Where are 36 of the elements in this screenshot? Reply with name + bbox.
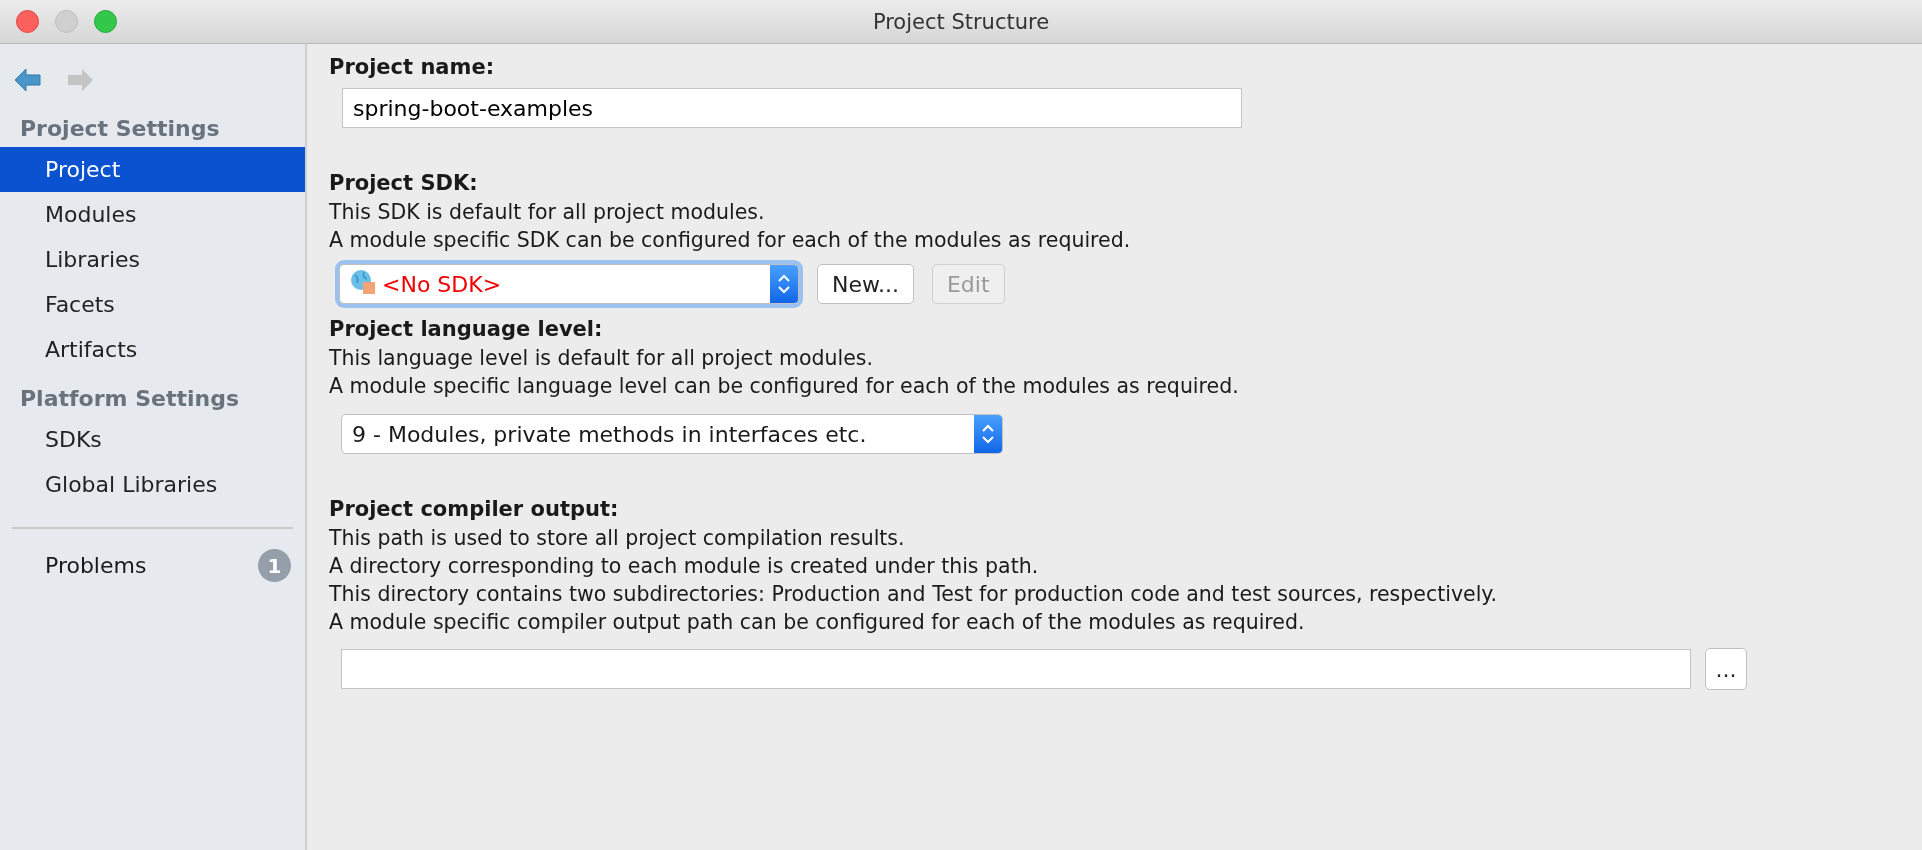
sidebar-item[interactable]: Project [0,147,305,192]
section-header: Project Settings [19,115,221,143]
description-text: A directory corresponding to each module is created under this path. [329,553,1040,580]
field-label: Project name: [329,54,496,81]
field-label: Project language level: [329,316,604,343]
description-text: A module specific SDK can be configured for each of the modules as required. [329,227,1132,254]
description-text: This directory contains two subdirectories: Production and Test for production code and test sources, respectively. [329,581,1499,608]
sidebar-item[interactable]: Facets [0,282,305,327]
sidebar-item[interactable]: SDKs [0,417,305,462]
description-text: This SDK is default for all project modules. [329,199,766,226]
output-path-field[interactable] [341,649,1691,689]
sdk-button[interactable]: New... [817,264,914,304]
browse-button[interactable]: ... [1705,648,1747,690]
sidebar-item[interactable]: Modules [0,192,305,237]
description-text: This language level is default for all project modules. [329,345,875,372]
description-text: This path is used to store all project compilation results. [329,525,906,552]
sidebar-item[interactable]: Libraries [0,237,305,282]
count-badge: 1 [258,549,291,582]
description-text: A module specific language level can be configured for each of the modules as required. [329,373,1240,400]
field-label: Project compiler output: [329,496,620,523]
project-name-field[interactable]: spring-boot-examples [342,88,1242,128]
description-text: A module specific compiler output path can be configured for each of the modules as required. [329,609,1306,636]
stepper-icon [981,423,995,445]
sidebar-item[interactable]: Problems [45,553,147,578]
back-arrow-icon[interactable] [14,67,42,93]
stepper-icon [777,273,791,295]
forward-arrow-icon[interactable] [66,67,94,93]
window-title: Project Structure [872,9,1050,34]
field-label: Project SDK: [329,170,479,197]
language-level-dropdown[interactable]: 9 - Modules, private methods in interfaces etc. [341,414,1003,454]
section-header: Platform Settings [19,385,240,413]
close-button[interactable] [16,10,39,33]
sidebar-item[interactable]: Artifacts [0,327,305,372]
sidebar-item[interactable]: Global Libraries [0,462,305,507]
zoom-button[interactable] [94,10,117,33]
minimize-button[interactable] [55,10,78,33]
